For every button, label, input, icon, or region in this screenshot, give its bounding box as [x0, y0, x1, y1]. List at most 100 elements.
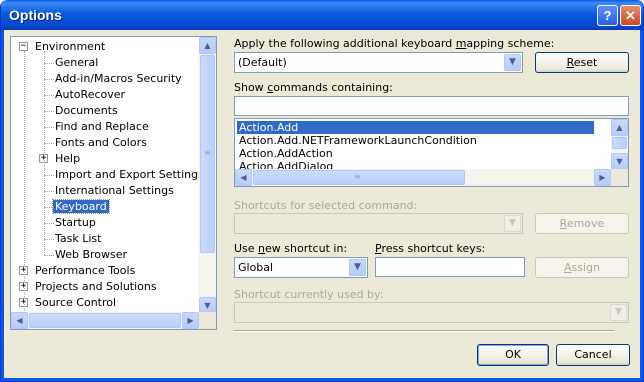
tree-item[interactable]: Help [53, 151, 82, 167]
tree-connector [44, 255, 54, 256]
window-title: Options [9, 7, 62, 23]
tree-item[interactable]: Source Control [33, 295, 118, 311]
scroll-right-icon[interactable]: ▶ [182, 312, 199, 329]
tree-connector [44, 95, 54, 96]
chevron-down-icon[interactable]: ▼ [349, 259, 366, 276]
use-shortcut-in-value: Global [238, 261, 274, 274]
scroll-right-icon[interactable]: ▶ [594, 169, 611, 186]
tree-item[interactable]: Task List [53, 231, 103, 247]
help-button[interactable]: ? [597, 5, 618, 26]
tree-item-label: Source Control [35, 296, 117, 309]
scroll-corner [611, 169, 628, 186]
commands-list[interactable]: Action.Add Action.Add.NETFrameworkLaunchC… [234, 118, 629, 187]
tree-item[interactable]: Documents [53, 103, 120, 119]
tree-connector [44, 143, 54, 144]
use-shortcut-in-label: Use new shortcut in: [234, 242, 348, 255]
remove-button[interactable]: Remove [535, 213, 629, 234]
tree-connector [44, 111, 54, 112]
title-bar[interactable]: Options ? ✕ [1, 0, 643, 30]
mapping-scheme-dropdown[interactable]: (Default) ▼ [234, 52, 523, 73]
tree-item[interactable]: Find and Replace [53, 119, 151, 135]
chevron-down-icon[interactable]: ▼ [504, 215, 521, 232]
shortcuts-selected-label: Shortcuts for selected command: [234, 199, 418, 212]
close-button[interactable]: ✕ [620, 5, 641, 26]
tree-item[interactable]: Keyboard [52, 199, 110, 215]
mapping-scheme-label: Apply the following additional keyboard … [234, 37, 555, 50]
tree-item-label: Help [55, 152, 81, 165]
tree-item-label: AutoRecover [55, 88, 126, 101]
scroll-left-icon[interactable]: ◀ [11, 312, 28, 329]
shortcut-keys-input[interactable] [375, 257, 525, 277]
tree-item[interactable]: Add-in/Macros Security [53, 71, 184, 87]
window-frame-bottom [1, 378, 643, 381]
assign-button[interactable]: Assign [535, 257, 629, 278]
scroll-up-icon[interactable]: ▲ [611, 119, 628, 136]
tree-item-label: Add-in/Macros Security [55, 72, 182, 85]
tree-connector [44, 223, 54, 224]
tree-item-label: Startup [55, 216, 96, 229]
tree-item-label: Performance Tools [35, 264, 136, 277]
grip-icon: ≡ [354, 172, 361, 181]
tree-item-label: Fonts and Colors [55, 136, 147, 149]
tree-vertical-scrollbar[interactable]: ▲ ≡ ▼ [199, 37, 216, 314]
tree-item[interactable]: General [53, 55, 100, 71]
tree-connector [44, 127, 54, 128]
tree-connector [44, 51, 45, 255]
tree-item[interactable]: Startup [53, 215, 98, 231]
tree-item[interactable]: Performance Tools [33, 263, 137, 279]
ok-button[interactable]: OK [477, 344, 549, 366]
tree-connector [44, 175, 54, 176]
tree-connector [44, 63, 54, 64]
tree-item[interactable]: Fonts and Colors [53, 135, 149, 151]
chevron-down-icon[interactable]: ▼ [504, 54, 521, 71]
reset-button[interactable]: Reset [535, 52, 629, 73]
command-list-item[interactable]: Action.Add [237, 121, 594, 134]
command-list-item[interactable]: Action.AddAction [237, 147, 335, 160]
commands-vscroll-thumb[interactable] [612, 137, 627, 149]
cancel-button[interactable]: Cancel [556, 344, 630, 366]
tree-item[interactable]: AutoRecover [53, 87, 127, 103]
collapse-icon[interactable]: − [19, 42, 28, 51]
tree-item[interactable]: Web Browser [53, 247, 129, 263]
tree-connector [44, 207, 54, 208]
scroll-up-icon[interactable]: ▲ [199, 37, 216, 54]
tree-horizontal-scrollbar[interactable]: ◀ ▶ [11, 312, 199, 329]
mapping-scheme-value: (Default) [238, 56, 287, 69]
currently-used-label: Shortcut currently used by: [234, 288, 384, 301]
show-commands-label: Show commands containing: [234, 81, 393, 94]
tree-connector [44, 191, 54, 192]
tree-item-label: Task List [55, 232, 102, 245]
tree-item-label: General [55, 56, 99, 69]
command-list-item[interactable]: Action.Add.NETFrameworkLaunchCondition [237, 134, 479, 147]
tree-item-label: Keyboard [52, 199, 110, 214]
tree-item[interactable]: Import and Export Settings [53, 167, 206, 183]
scroll-left-icon[interactable]: ◀ [235, 169, 252, 186]
shortcuts-selected-dropdown[interactable]: ▼ [234, 213, 523, 234]
options-tree[interactable]: Environment − General Add-in/Macros Securit… [10, 36, 217, 330]
tree-item-label: Find and Replace [55, 120, 149, 133]
scroll-down-icon[interactable]: ▼ [611, 153, 628, 170]
window-frame-right [640, 30, 643, 381]
commands-vertical-scrollbar[interactable]: ▲ ▼ [611, 119, 628, 170]
separator [233, 330, 615, 332]
use-shortcut-in-dropdown[interactable]: Global ▼ [234, 257, 368, 278]
tree-connector [44, 79, 54, 80]
command-search-input[interactable] [234, 96, 629, 116]
currently-used-dropdown[interactable]: ▼ [234, 302, 629, 323]
tree-hscroll-thumb[interactable] [29, 313, 181, 328]
tree-connector [44, 239, 54, 240]
tree-item-label: Documents [55, 104, 118, 117]
scroll-corner [199, 312, 216, 329]
tree-item[interactable]: International Settings [53, 183, 176, 199]
chevron-down-icon[interactable]: ▼ [610, 304, 627, 321]
tree-item[interactable]: Projects and Solutions [33, 279, 159, 295]
window-frame-left [1, 30, 4, 381]
options-dialog: Options ? ✕ Environment − General Add-in/Ma… [0, 0, 644, 382]
tree-vscroll-thumb[interactable]: ≡ [200, 55, 215, 253]
grip-icon: ≡ [204, 148, 211, 157]
commands-horizontal-scrollbar[interactable]: ◀ ≡ ▶ [235, 169, 611, 186]
commands-hscroll-thumb[interactable]: ≡ [253, 170, 465, 185]
press-shortcut-label: Press shortcut keys: [375, 242, 486, 255]
tree-item-label: Import and Export Settings [55, 168, 204, 181]
tree-connector [24, 51, 25, 311]
